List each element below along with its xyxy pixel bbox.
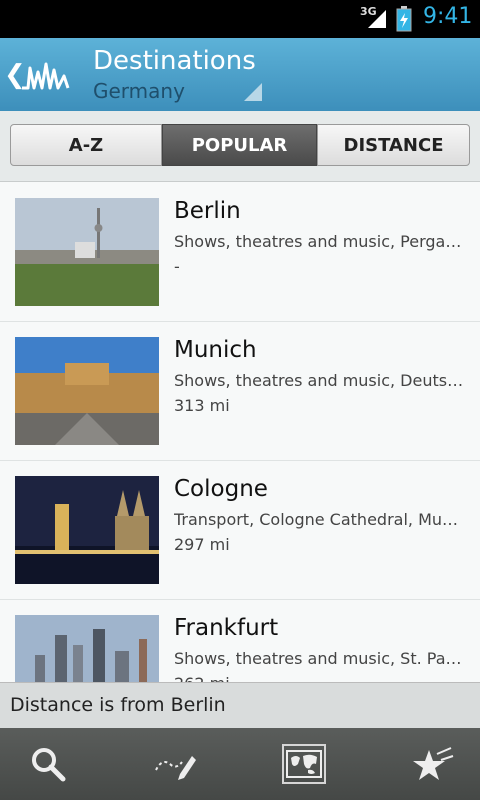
destination-distance: 297 mi xyxy=(174,535,230,554)
destination-description: Shows, theatres and music, Pergamon Muse… xyxy=(174,232,466,251)
destination-name: Frankfurt xyxy=(174,615,279,641)
bottom-navigation xyxy=(0,728,480,800)
region-selector[interactable]: Germany xyxy=(93,79,185,103)
destination-description: Transport, Cologne Cathedral, Museums xyxy=(174,510,466,529)
berlin-thumbnail xyxy=(15,198,159,306)
map-icon[interactable] xyxy=(282,744,326,784)
list-item[interactable]: Berlin Shows, theatres and music, Pergam… xyxy=(0,182,480,322)
destination-distance: 262 mi xyxy=(174,674,230,682)
destination-distance: 313 mi xyxy=(174,396,230,415)
list-item[interactable]: Cologne Transport, Cologne Cathedral, Mu… xyxy=(0,460,480,600)
favorites-icon[interactable] xyxy=(408,740,458,788)
app-logo-icon[interactable] xyxy=(20,58,70,94)
destination-description: Shows, theatres and music, St. Paul's Ch… xyxy=(174,649,466,668)
page-title: Destinations xyxy=(93,46,256,76)
tab-a-z[interactable]: A-Z xyxy=(10,124,162,166)
frankfurt-thumbnail xyxy=(15,615,159,682)
tab-popular[interactable]: POPULAR xyxy=(162,124,317,166)
sort-tabs: A-Z POPULAR DISTANCE xyxy=(0,111,480,182)
signal-icon xyxy=(368,10,386,28)
battery-icon xyxy=(396,6,412,32)
destination-name: Cologne xyxy=(174,476,268,502)
destination-name: Berlin xyxy=(174,198,241,224)
search-icon[interactable] xyxy=(23,740,73,788)
distance-note: Distance is from Berlin xyxy=(10,694,226,716)
list-item[interactable]: Frankfurt Shows, theatres and music, St.… xyxy=(0,599,480,682)
dropdown-indicator-icon[interactable] xyxy=(244,83,262,101)
edit-icon[interactable] xyxy=(150,740,200,788)
clock: 9:41 xyxy=(423,4,473,29)
destination-description: Shows, theatres and music, Deutsches Mus… xyxy=(174,371,466,390)
list-item[interactable]: Munich Shows, theatres and music, Deutsc… xyxy=(0,321,480,461)
destination-list: Berlin Shows, theatres and music, Pergam… xyxy=(0,182,480,682)
distance-note-bar: Distance is from Berlin xyxy=(0,682,480,729)
destination-distance: - xyxy=(174,257,180,276)
munich-thumbnail xyxy=(15,337,159,445)
cologne-thumbnail xyxy=(15,476,159,584)
tab-distance[interactable]: DISTANCE xyxy=(317,124,470,166)
destination-name: Munich xyxy=(174,337,257,363)
status-bar: 3G 9:41 xyxy=(0,0,480,38)
action-bar: ❮ Destinations Germany xyxy=(0,38,480,111)
